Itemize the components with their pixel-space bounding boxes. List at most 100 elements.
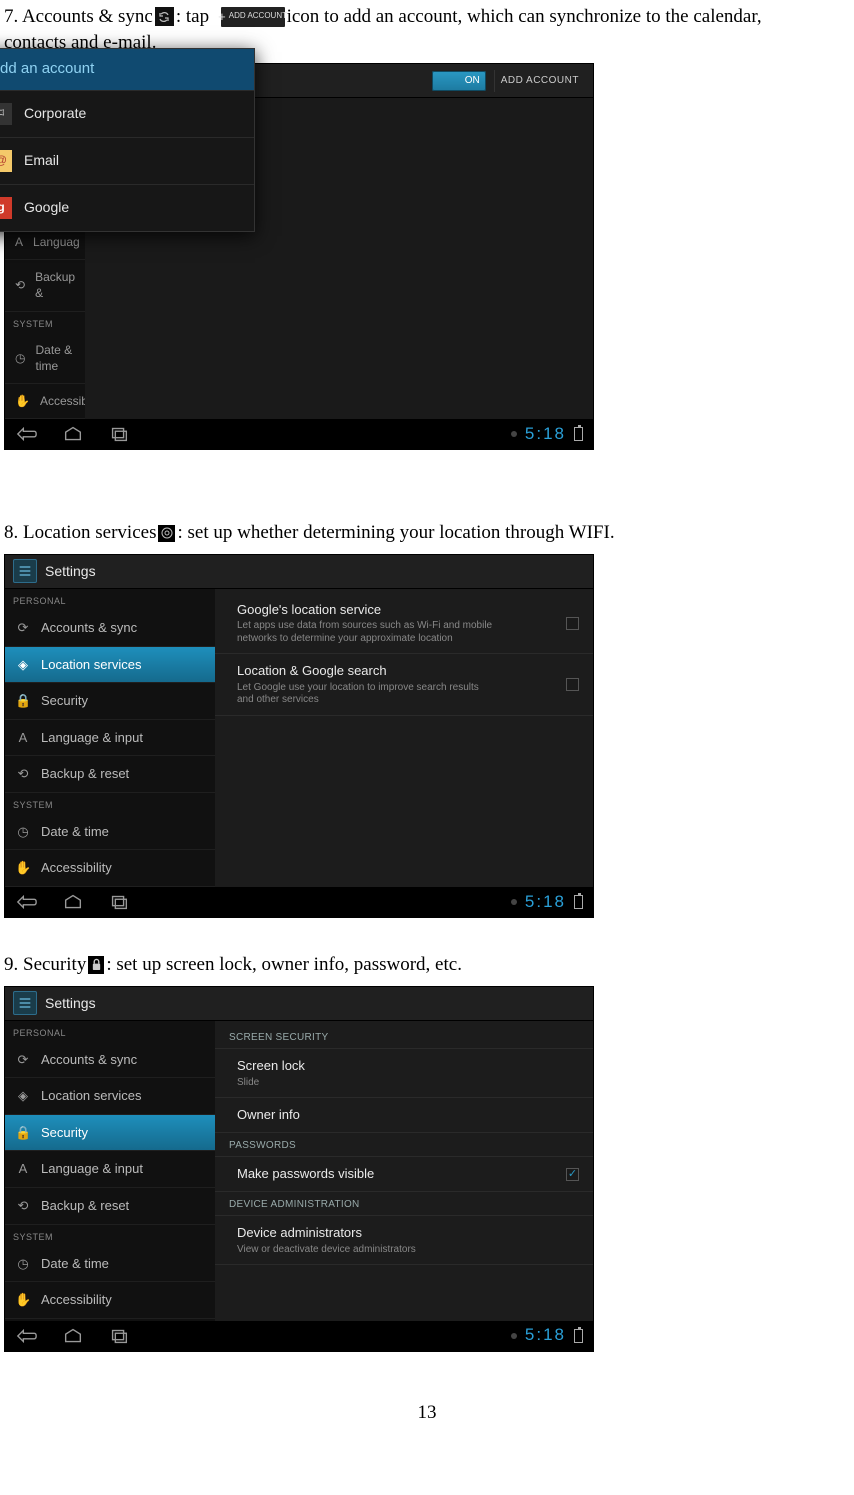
clock-time: 5:18: [525, 891, 566, 914]
sidebar-item-language[interactable]: ALanguage & input: [5, 1151, 215, 1188]
sidebar-item-location-services[interactable]: ◈Location services: [5, 647, 215, 684]
settings-sidebar: PERSONAL ⟳Accounts & sync ◈Location serv…: [5, 1021, 215, 1321]
settings-title: Settings: [45, 562, 585, 581]
settings-sidebar: PERSONAL ⟳Accounts & sync ◈Location serv…: [5, 589, 215, 887]
recent-button[interactable]: [107, 893, 131, 911]
screenshot-location-services: Settings PERSONAL ⟳Accounts & sync ◈Loca…: [4, 554, 594, 918]
screen-security-header: SCREEN SECURITY: [215, 1025, 593, 1050]
page-number: 13: [4, 1400, 850, 1426]
lock-icon: [88, 956, 104, 974]
sidebar-section-system: SYSTEM: [5, 312, 85, 333]
sidebar-item-security[interactable]: 🔒Security: [5, 683, 215, 720]
screen-lock-title: Screen lock: [237, 1057, 579, 1075]
sidebar-item-backup[interactable]: ⟲Backup & reset: [5, 1188, 215, 1225]
google-location-checkbox[interactable]: [566, 617, 579, 630]
settings-title: Settings: [45, 994, 585, 1013]
screen-lock-row[interactable]: Screen lock Slide: [215, 1049, 593, 1098]
sidebar-item-accessibility[interactable]: ✋Accessibility: [5, 384, 85, 419]
sidebar-section-personal: PERSONAL: [5, 1021, 215, 1042]
intro7-mid: : tap: [176, 4, 219, 30]
intro8-prefix: 8. Location services: [4, 520, 156, 546]
section-8-intro: 8. Location services : set up whether de…: [4, 520, 850, 546]
email-icon: @: [0, 150, 12, 172]
google-location-row[interactable]: Google's location service Let apps use d…: [215, 593, 593, 655]
back-button[interactable]: [15, 893, 39, 911]
sidebar-item-backup[interactable]: ⟲Backup &: [5, 260, 85, 311]
clock-time: 5:18: [525, 1324, 566, 1347]
passwords-visible-checkbox[interactable]: [566, 1168, 579, 1181]
owner-info-title: Owner info: [237, 1106, 579, 1124]
sidebar-item-security[interactable]: 🔒Security: [5, 1115, 215, 1152]
sidebar-section-system: SYSTEM: [5, 793, 215, 814]
home-button[interactable]: [61, 425, 85, 443]
settings-gear-icon: [13, 991, 37, 1015]
sidebar-section-system: SYSTEM: [5, 1225, 215, 1246]
section-9-intro: 9. Security : set up screen lock, owner …: [4, 952, 850, 978]
device-admin-header: DEVICE ADMINISTRATION: [215, 1192, 593, 1217]
screen-lock-sub: Slide: [237, 1077, 497, 1090]
back-button[interactable]: [15, 1327, 39, 1345]
modal-google[interactable]: gGoogle: [0, 184, 254, 231]
settings-header: Settings: [5, 987, 593, 1021]
status-dot: [511, 899, 517, 905]
system-navbar: 5:18: [5, 887, 593, 917]
settings-header: Settings: [5, 555, 593, 589]
intro7-prefix: 7. Accounts & sync: [4, 4, 153, 30]
intro9-suffix: : set up screen lock, owner info, passwo…: [106, 952, 462, 978]
recent-button[interactable]: [107, 1327, 131, 1345]
location-search-checkbox[interactable]: [566, 678, 579, 691]
location-search-sub: Let Google use your location to improve …: [237, 682, 497, 707]
sidebar-item-accounts-sync[interactable]: ⟳Accounts & sync: [5, 1042, 215, 1079]
device-admins-row[interactable]: Device administrators View or deactivate…: [215, 1216, 593, 1265]
home-button[interactable]: [61, 1327, 85, 1345]
modal-corporate[interactable]: ⌑Corporate: [0, 90, 254, 137]
sidebar-item-datetime[interactable]: ◷Date & time: [5, 814, 215, 851]
sidebar-item-accessibility[interactable]: ✋Accessibility: [5, 1282, 215, 1319]
add-account-modal: Add an account ⌑Corporate @Email gGoogle: [0, 48, 255, 231]
home-button[interactable]: [61, 893, 85, 911]
device-admins-sub: View or deactivate device administrators: [237, 1244, 497, 1257]
screenshot-accounts-sync: Settings ON ADD ACCOUNT PERSONAL ⟳Accoun…: [4, 63, 594, 450]
intro9-prefix: 9. Security: [4, 952, 86, 978]
settings-gear-icon: [13, 559, 37, 583]
battery-icon: [574, 895, 583, 909]
sidebar-item-datetime[interactable]: ◷Date & time: [5, 1246, 215, 1283]
passwords-visible-row[interactable]: Make passwords visible: [215, 1157, 593, 1192]
sidebar-item-accounts-sync[interactable]: ⟳Accounts & sync: [5, 610, 215, 647]
device-admins-title: Device administrators: [237, 1224, 579, 1242]
sidebar-section-personal: PERSONAL: [5, 589, 215, 610]
system-navbar: 5:18: [5, 1321, 593, 1351]
google-icon: g: [0, 197, 12, 219]
sidebar-item-location-services[interactable]: ◈Location services: [5, 1078, 215, 1115]
sidebar-item-accessibility[interactable]: ✋Accessibility: [5, 850, 215, 887]
security-content: SCREEN SECURITY Screen lock Slide Owner …: [215, 1021, 593, 1321]
corporate-icon: ⌑: [0, 103, 12, 125]
status-dot: [511, 1333, 517, 1339]
modal-title: Add an account: [0, 49, 254, 89]
intro8-suffix: : set up whether determining your locati…: [177, 520, 614, 546]
location-search-title: Location & Google search: [237, 662, 554, 680]
screenshot-security: Settings PERSONAL ⟳Accounts & sync ◈Loca…: [4, 986, 594, 1352]
sidebar-item-datetime[interactable]: ◷Date & time: [5, 333, 85, 384]
sidebar-item-backup[interactable]: ⟲Backup & reset: [5, 756, 215, 793]
intro7-suffix: icon to add an account, which can synchr…: [287, 4, 762, 30]
location-icon: [158, 525, 175, 542]
back-button[interactable]: [15, 425, 39, 443]
google-location-sub: Let apps use data from sources such as W…: [237, 620, 497, 645]
status-dot: [511, 431, 517, 437]
sync-icon: [155, 7, 174, 26]
location-content: Google's location service Let apps use d…: [215, 589, 593, 887]
sidebar-item-language[interactable]: ALanguage & input: [5, 720, 215, 757]
modal-email[interactable]: @Email: [0, 137, 254, 184]
add-account-icon: +ADD ACCOUNT: [221, 7, 285, 27]
battery-icon: [574, 427, 583, 441]
passwords-header: PASSWORDS: [215, 1133, 593, 1158]
add-account-button[interactable]: ADD ACCOUNT: [494, 70, 585, 92]
google-location-title: Google's location service: [237, 601, 554, 619]
owner-info-row[interactable]: Owner info: [215, 1098, 593, 1133]
battery-icon: [574, 1329, 583, 1343]
sync-toggle[interactable]: ON: [432, 71, 486, 91]
location-search-row[interactable]: Location & Google search Let Google use …: [215, 654, 593, 716]
clock-time: 5:18: [525, 423, 566, 446]
recent-button[interactable]: [107, 425, 131, 443]
